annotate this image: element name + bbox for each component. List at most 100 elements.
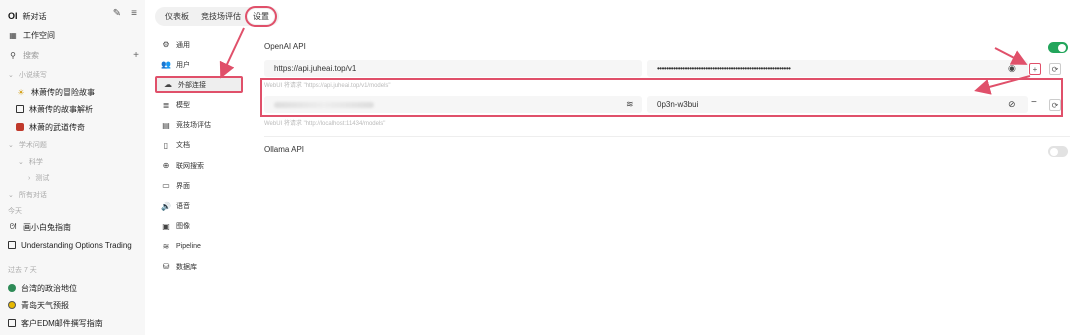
menu-icon[interactable]: ≡ [131, 8, 137, 19]
chat-title: 林萧传的故事解析 [29, 104, 93, 114]
chat-title: 林萧的武道传奇 [29, 122, 85, 132]
folder-label: 小说续写 [18, 72, 47, 79]
list-item[interactable]: 台湾的政治地位 [8, 281, 139, 295]
refresh-icon[interactable]: ⟳ [1049, 63, 1061, 75]
nav-images[interactable]: ▣ 图像 [155, 218, 243, 235]
app-logo: OI [8, 11, 18, 21]
new-url-hint: WebUI 将请求 "http://localhost:11434/models… [264, 121, 386, 127]
chat-title: 画小白兔指南 [23, 222, 71, 232]
list-item[interactable]: 青岛天气预报 [8, 298, 139, 312]
weather-icon [8, 301, 16, 309]
folder-label: 学术问题 [18, 142, 47, 149]
openai-toggle[interactable] [1048, 42, 1068, 53]
users-icon: 👥 [161, 60, 171, 70]
sidebar: OI 新对话 ✎ ≡ ▦ 工作空间 ⚲ 搜索 + ⌄ 小说续写 ☀ 林萧传的冒险… [0, 0, 145, 335]
layers-icon: ≋ [626, 99, 634, 109]
folder-academic[interactable]: ⌄ 学术问题 [8, 138, 139, 152]
chevron-down-icon: ⌄ [8, 192, 14, 199]
list-item[interactable]: ☀ 林萧传的冒险故事 [16, 85, 139, 99]
chat-title: 客户EDM邮件撰写指南 [21, 318, 103, 328]
search-row[interactable]: ⚲ 搜索 + [8, 48, 139, 62]
tab-arena[interactable]: 竞技场评估 [196, 9, 246, 24]
chevron-down-icon: ⌄ [8, 72, 14, 79]
folder-test[interactable]: › 测试 [28, 171, 139, 185]
nav-label: 用户 [176, 61, 190, 69]
eye-off-icon[interactable]: ⊘ [1008, 99, 1016, 110]
ollama-api-title: Ollama API [264, 145, 305, 154]
group-past7: 过去 7 天 [8, 263, 139, 277]
nav-audio[interactable]: 🔊 语音 [155, 198, 243, 215]
nav-label: 图像 [176, 223, 190, 231]
tab-dashboard[interactable]: 仪表板 [160, 9, 194, 24]
stack-icon: ≣ [162, 100, 170, 110]
note-icon [16, 105, 24, 113]
list-item[interactable]: 林萧传的故事解析 [16, 102, 139, 116]
group-label: 过去 7 天 [8, 267, 37, 274]
chat-title: 林萧传的冒险故事 [31, 87, 95, 97]
openai-api-title: OpenAI API [264, 42, 306, 51]
nav-label: 语音 [176, 203, 190, 210]
nav-pipelines[interactable]: ≋ Pipeline [155, 238, 243, 255]
connections-content: OpenAI API https://api.juheai.top/v1 •••… [260, 0, 1080, 335]
list-item[interactable]: 林萧的武道传奇 [16, 120, 139, 134]
toggle-knob [1050, 147, 1058, 156]
nav-arena[interactable]: ▤ 竞技场评估 [155, 117, 243, 134]
workspace-item[interactable]: ▦ 工作空间 [8, 28, 139, 42]
workspace-label: 工作空间 [23, 30, 55, 40]
nav-label: 竞技场评估 [176, 122, 211, 130]
nav-interface[interactable]: ▭ 界面 [155, 177, 243, 194]
chevron-right-icon: › [28, 174, 31, 182]
nav-models[interactable]: ≣ 模型 [155, 97, 243, 114]
nav-database[interactable]: ⛁ 数据库 [155, 258, 243, 275]
ollama-toggle[interactable] [1048, 146, 1068, 157]
folder-label: 测试 [35, 175, 50, 182]
nav-label: 模型 [176, 102, 190, 110]
search-input[interactable]: 搜索 [23, 50, 39, 61]
speaker-icon: 🔊 [161, 201, 171, 211]
remove-connection-button[interactable]: − [1031, 97, 1037, 108]
search-icon: ⚲ [10, 50, 16, 60]
chat-title: 台湾的政治地位 [21, 283, 77, 293]
nav-label: 联网搜索 [176, 162, 204, 170]
globe-icon [8, 284, 16, 292]
section-divider [264, 136, 1070, 137]
grid-icon: ▦ [9, 30, 17, 40]
openai-key-input[interactable]: ••••••••••••••••••••••••••••••••••••••••… [647, 60, 1028, 77]
nav-connections[interactable]: ☁ 外部连接 [155, 76, 243, 94]
chart-icon [8, 241, 16, 249]
nav-users[interactable]: 👥 用户 [155, 56, 243, 73]
folder-novel[interactable]: ⌄ 小说续写 [8, 68, 139, 82]
eye-icon[interactable]: ◉ [1008, 63, 1016, 74]
list-item[interactable]: Understanding Options Trading [8, 238, 139, 252]
sun-icon: ☀ [17, 87, 25, 97]
nav-general[interactable]: ⚙ 通用 [155, 36, 243, 53]
nav-web-search[interactable]: ⊕ 联网搜索 [155, 157, 243, 174]
folder-all-chats[interactable]: ⌄ 所有对话 [8, 188, 139, 202]
add-folder-icon[interactable]: + [133, 50, 139, 61]
group-today: 今天 [8, 204, 139, 218]
layers-icon: ≋ [162, 241, 170, 251]
folder-science[interactable]: ⌄ 科学 [18, 155, 139, 169]
list-item[interactable]: 客户EDM邮件撰写指南 [8, 316, 139, 330]
cloud-icon: ☁ [164, 80, 172, 90]
edit-icon[interactable]: ✎ [113, 8, 121, 19]
new-url-input[interactable] [264, 96, 642, 113]
database-icon: ⛁ [162, 262, 170, 272]
monitor-icon: ▭ [162, 181, 170, 191]
chat-title: Understanding Options Trading [21, 240, 132, 250]
group-label: 今天 [8, 208, 22, 215]
document-icon: ▤ [162, 120, 170, 130]
nav-label: 通用 [176, 41, 190, 49]
blurred-url [274, 101, 374, 108]
nav-label: 界面 [176, 182, 190, 190]
new-key-input[interactable]: 0p3n-w3bui [647, 96, 1028, 113]
toggle-knob [1058, 43, 1066, 52]
add-connection-button[interactable]: + [1029, 63, 1041, 75]
new-chat-label[interactable]: 新对话 [23, 11, 47, 22]
folder-label: 所有对话 [18, 192, 47, 199]
gear-icon: ⚙ [162, 40, 170, 49]
openai-url-input[interactable]: https://api.juheai.top/v1 [264, 60, 642, 77]
nav-documents[interactable]: ▯ 文档 [155, 137, 243, 154]
refresh-icon[interactable]: ⟳ [1049, 99, 1061, 111]
list-item[interactable]: ᘛ 画小白兔指南 [8, 220, 139, 234]
